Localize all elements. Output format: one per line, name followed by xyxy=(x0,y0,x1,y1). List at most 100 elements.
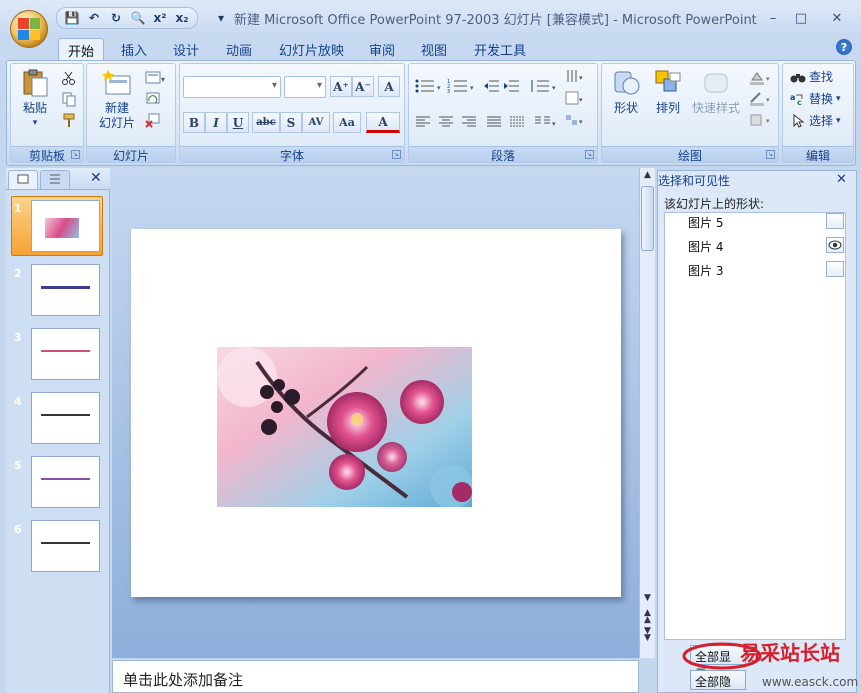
layout-icon[interactable]: ▾ xyxy=(145,70,167,86)
scrollbar-thumb[interactable] xyxy=(641,186,654,251)
align-center-icon[interactable] xyxy=(437,114,455,130)
scroll-down-icon[interactable]: ▼ xyxy=(641,593,654,607)
font-launcher-icon[interactable]: ↘ xyxy=(392,150,401,159)
save-icon[interactable]: 💾 xyxy=(63,9,81,27)
format-painter-icon[interactable] xyxy=(61,112,77,128)
slide-thumbnail-6[interactable] xyxy=(31,520,100,572)
find-button[interactable]: 查找 xyxy=(790,68,833,85)
next-slide-icon[interactable]: ▼ ▼ xyxy=(641,627,654,644)
notes-pane[interactable]: 单击此处添加备注 xyxy=(112,660,639,693)
select-button[interactable]: 选择 ▾ xyxy=(790,112,841,129)
slide-thumbnail-3[interactable] xyxy=(31,328,100,380)
superscript-icon[interactable]: x² xyxy=(151,9,169,27)
replace-button[interactable]: ac 替换 ▾ xyxy=(790,90,841,107)
bullets-icon[interactable]: ▾ xyxy=(414,78,444,94)
justify-icon[interactable] xyxy=(485,114,503,130)
shape-item-picture-5[interactable]: 图片 5 xyxy=(688,214,723,231)
text-direction-icon[interactable]: ▾ xyxy=(565,68,587,84)
shape-effects-icon[interactable]: ▾ xyxy=(748,112,774,128)
slide-picture[interactable] xyxy=(217,347,472,507)
redo-icon[interactable]: ↻ xyxy=(107,9,125,27)
tab-developer[interactable]: 开发工具 xyxy=(465,38,535,60)
customize-qat-icon[interactable]: ▾ xyxy=(212,9,230,27)
increase-indent-icon[interactable] xyxy=(503,78,521,94)
delete-slide-icon[interactable] xyxy=(145,112,161,128)
close-button[interactable]: ✕ xyxy=(825,9,849,27)
numbering-icon[interactable]: 123 ▾ xyxy=(447,78,477,94)
minimize-button[interactable]: – xyxy=(761,9,785,27)
copy-icon[interactable] xyxy=(61,91,77,107)
selection-pane-close-icon[interactable]: ✕ xyxy=(836,172,847,187)
bold-button[interactable]: B xyxy=(183,112,205,133)
tab-view[interactable]: 视图 xyxy=(412,38,456,60)
tab-slideshow[interactable]: 幻灯片放映 xyxy=(270,38,353,60)
vertical-scrollbar[interactable]: ▲ ▼ ▲ ▲ ▼ ▼ xyxy=(639,168,655,658)
visibility-toggle-icon[interactable] xyxy=(826,213,844,229)
clear-format-button[interactable]: A xyxy=(378,76,400,97)
italic-button[interactable]: I xyxy=(205,112,227,133)
quick-styles-icon xyxy=(704,73,728,93)
tab-animations[interactable]: 动画 xyxy=(217,38,261,60)
line-spacing-icon[interactable]: ▾ xyxy=(529,78,559,94)
shape-fill-icon[interactable]: ▾ xyxy=(748,70,774,86)
smartart-icon[interactable]: ▾ xyxy=(565,112,587,128)
tab-review[interactable]: 审阅 xyxy=(360,38,404,60)
shapes-button[interactable]: 形状 xyxy=(608,68,644,116)
tab-design[interactable]: 设计 xyxy=(164,38,208,60)
font-color-button[interactable]: A xyxy=(366,112,400,133)
previous-slide-icon[interactable]: ▲ ▲ xyxy=(641,609,654,626)
font-name-combo[interactable] xyxy=(183,76,281,98)
align-text-icon[interactable]: ▾ xyxy=(565,90,587,106)
align-left-icon[interactable] xyxy=(414,114,432,130)
help-icon[interactable]: ? xyxy=(836,39,852,55)
maximize-button[interactable]: □ xyxy=(789,9,813,27)
notes-placeholder: 单击此处添加备注 xyxy=(123,671,244,689)
undo-icon[interactable]: ↶ xyxy=(85,9,103,27)
character-spacing-button[interactable]: AV xyxy=(302,112,330,133)
slide-thumbnail-2[interactable] xyxy=(31,264,100,316)
arrange-button[interactable]: 排列 xyxy=(650,68,686,116)
slides-pane-close-icon[interactable]: ✕ xyxy=(90,170,102,186)
svg-text:c: c xyxy=(797,98,802,106)
tab-home[interactable]: 开始 xyxy=(58,38,105,60)
decrease-indent-icon[interactable] xyxy=(483,78,501,94)
slide-thumbnail-4[interactable] xyxy=(31,392,100,444)
visibility-toggle-icon[interactable] xyxy=(826,261,844,277)
drawing-launcher-icon[interactable]: ↘ xyxy=(766,150,775,159)
paste-label: 粘贴 xyxy=(22,101,47,115)
slide-thumbnail-1[interactable] xyxy=(31,200,100,252)
shape-item-picture-3[interactable]: 图片 3 xyxy=(688,262,723,279)
tab-slides[interactable] xyxy=(8,170,38,189)
arrange-icon xyxy=(655,70,681,92)
paste-icon xyxy=(23,69,48,97)
print-preview-icon[interactable]: 🔍 xyxy=(129,9,147,27)
strikethrough-button[interactable]: abc xyxy=(252,112,280,133)
paste-button[interactable]: 粘贴 ▾ xyxy=(17,68,53,131)
font-size-combo[interactable] xyxy=(284,76,326,98)
replace-arrow-icon: ▾ xyxy=(836,93,841,104)
shape-item-picture-4[interactable]: 图片 4 xyxy=(688,238,723,255)
underline-button[interactable]: U xyxy=(227,112,249,133)
change-case-button[interactable]: Aa xyxy=(333,112,361,133)
tab-insert[interactable]: 插入 xyxy=(112,38,156,60)
watermark-logo-icon: 易采站长站 www.easck.com xyxy=(682,641,858,689)
paragraph-launcher-icon[interactable]: ↘ xyxy=(585,150,594,159)
align-right-icon[interactable] xyxy=(460,114,478,130)
cut-icon[interactable] xyxy=(61,70,77,86)
clipboard-launcher-icon[interactable]: ↘ xyxy=(71,150,80,159)
slide-thumbnail-5[interactable] xyxy=(31,456,100,508)
tab-outline[interactable] xyxy=(40,170,70,189)
grow-font-button[interactable]: A⁺ xyxy=(330,76,352,97)
shape-outline-icon[interactable]: ▾ xyxy=(748,91,774,107)
distributed-icon[interactable] xyxy=(508,114,526,130)
new-slide-button[interactable]: 新建 幻灯片 xyxy=(91,68,143,131)
reset-slide-icon[interactable] xyxy=(145,91,161,107)
scroll-up-icon[interactable]: ▲ xyxy=(641,170,654,184)
eye-icon[interactable] xyxy=(826,237,844,253)
quick-styles-button[interactable]: 快速样式 xyxy=(690,68,742,116)
office-button[interactable] xyxy=(10,10,48,48)
columns-icon[interactable]: ▾ xyxy=(533,114,559,130)
shadow-button[interactable]: S xyxy=(280,112,302,133)
subscript-icon[interactable]: x₂ xyxy=(173,9,191,27)
shrink-font-button[interactable]: A⁻ xyxy=(352,76,374,97)
